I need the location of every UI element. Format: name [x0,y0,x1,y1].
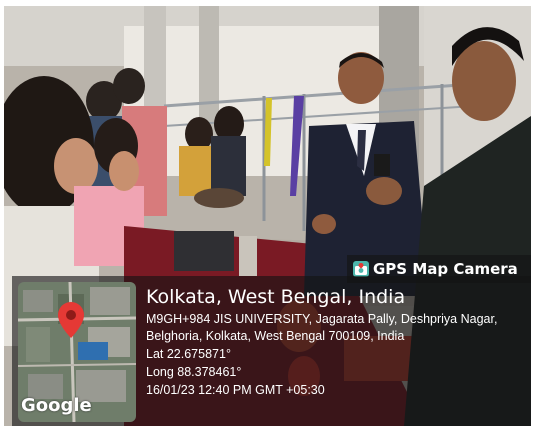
location-address: M9GH+984 JIS UNIVERSITY, Jagarata Pally,… [146,312,498,343]
photo-frame: GPS Map Camera Google Kolkata, West Beng… [4,6,531,426]
date-time: 16/01/23 12:40 PM GMT +05:30 [146,383,325,397]
google-watermark: Google [21,395,92,416]
latitude: Lat 22.675871° [146,347,231,361]
map-camera-icon [353,261,369,277]
location-text: Kolkata, West Bengal, India M9GH+984 JIS… [146,286,526,399]
location-title: Kolkata, West Bengal, India [146,286,406,308]
longitude: Long 88.378461° [146,365,242,379]
location-info-panel: Google Kolkata, West Bengal, India M9GH+… [12,276,531,426]
map-thumbnail: Google [18,282,136,422]
map-pin-icon [58,302,84,338]
